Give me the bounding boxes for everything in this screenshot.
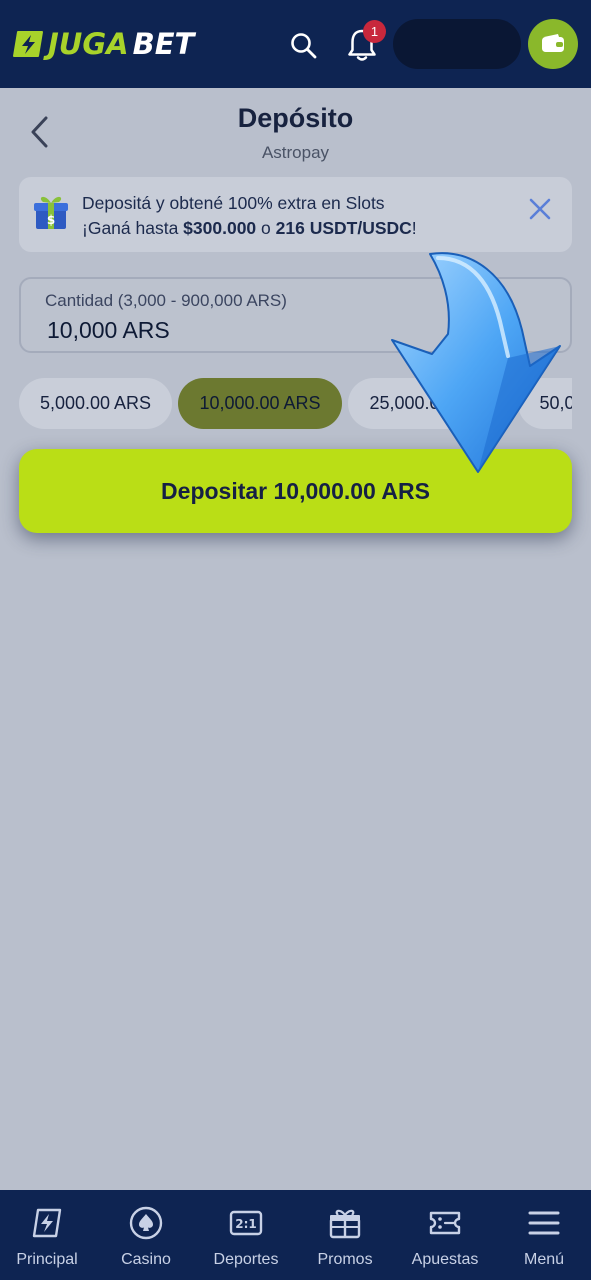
nav-label: Apuestas bbox=[411, 1251, 479, 1268]
nav-item-menu[interactable]: Menú bbox=[506, 1190, 582, 1280]
nav-item-promos[interactable]: Promos bbox=[305, 1190, 385, 1280]
promo-banner: $ Depositá y obtené 100% extra en Slots … bbox=[19, 177, 572, 252]
search-icon[interactable] bbox=[288, 30, 320, 62]
jugabet-logo[interactable]: JUGA BET bbox=[12, 26, 194, 62]
menu-icon bbox=[528, 1211, 560, 1235]
bolt-icon bbox=[32, 1208, 62, 1238]
promo-crypto: 216 USDT/USDC bbox=[275, 218, 412, 238]
promo-text-line1: Depositá y obtené 100% extra en Slots bbox=[82, 193, 385, 213]
close-icon[interactable] bbox=[527, 196, 553, 222]
logo-bolt-icon bbox=[13, 31, 43, 57]
amount-label: Cantidad (3,000 - 900,000 ARS) bbox=[45, 291, 287, 310]
spade-icon bbox=[129, 1206, 163, 1240]
logo-text-juga: JUGA bbox=[48, 27, 129, 61]
odds-icon: 2:1 bbox=[229, 1210, 263, 1236]
promo-amount: $300.000 bbox=[183, 218, 257, 238]
wallet-button[interactable] bbox=[528, 19, 578, 69]
nav-label: Casino bbox=[121, 1251, 171, 1268]
nav-label: Principal bbox=[16, 1251, 78, 1268]
gift-box-icon: $ bbox=[34, 196, 68, 229]
page-subtitle: Astropay bbox=[261, 143, 330, 162]
logo-text-bet: BET bbox=[132, 27, 195, 61]
bottom-navigation: Principal Casino 2:1 Deportes Promos Apu… bbox=[0, 1190, 591, 1280]
pointer-arrow-icon bbox=[391, 252, 561, 473]
nav-label: Promos bbox=[317, 1251, 373, 1268]
page-title: Depósito bbox=[237, 103, 354, 133]
nav-label: Menú bbox=[523, 1251, 565, 1268]
nav-item-apuestas[interactable]: Apuestas bbox=[403, 1190, 487, 1280]
wallet-icon bbox=[542, 34, 564, 52]
svg-text:$: $ bbox=[47, 213, 55, 227]
gift-icon bbox=[329, 1209, 361, 1239]
notification-badge: 1 bbox=[363, 20, 386, 43]
chip-5000[interactable]: 5,000.00 ARS bbox=[19, 378, 172, 429]
nav-label: Deportes bbox=[213, 1251, 279, 1268]
nav-item-deportes[interactable]: 2:1 Deportes bbox=[205, 1190, 287, 1280]
chip-10000-selected[interactable]: 10,000.00 ARS bbox=[178, 378, 342, 429]
ticket-icon bbox=[429, 1211, 461, 1235]
promo-text-line2: ¡Ganá hasta $300.000 o 216 USDT/USDC! bbox=[82, 218, 417, 238]
amount-value[interactable]: 10,000 ARS bbox=[47, 317, 170, 344]
balance-pill[interactable] bbox=[393, 19, 521, 69]
nav-item-casino[interactable]: Casino bbox=[106, 1190, 186, 1280]
svg-text:2:1: 2:1 bbox=[235, 1217, 257, 1231]
nav-item-principal[interactable]: Principal bbox=[7, 1190, 87, 1280]
